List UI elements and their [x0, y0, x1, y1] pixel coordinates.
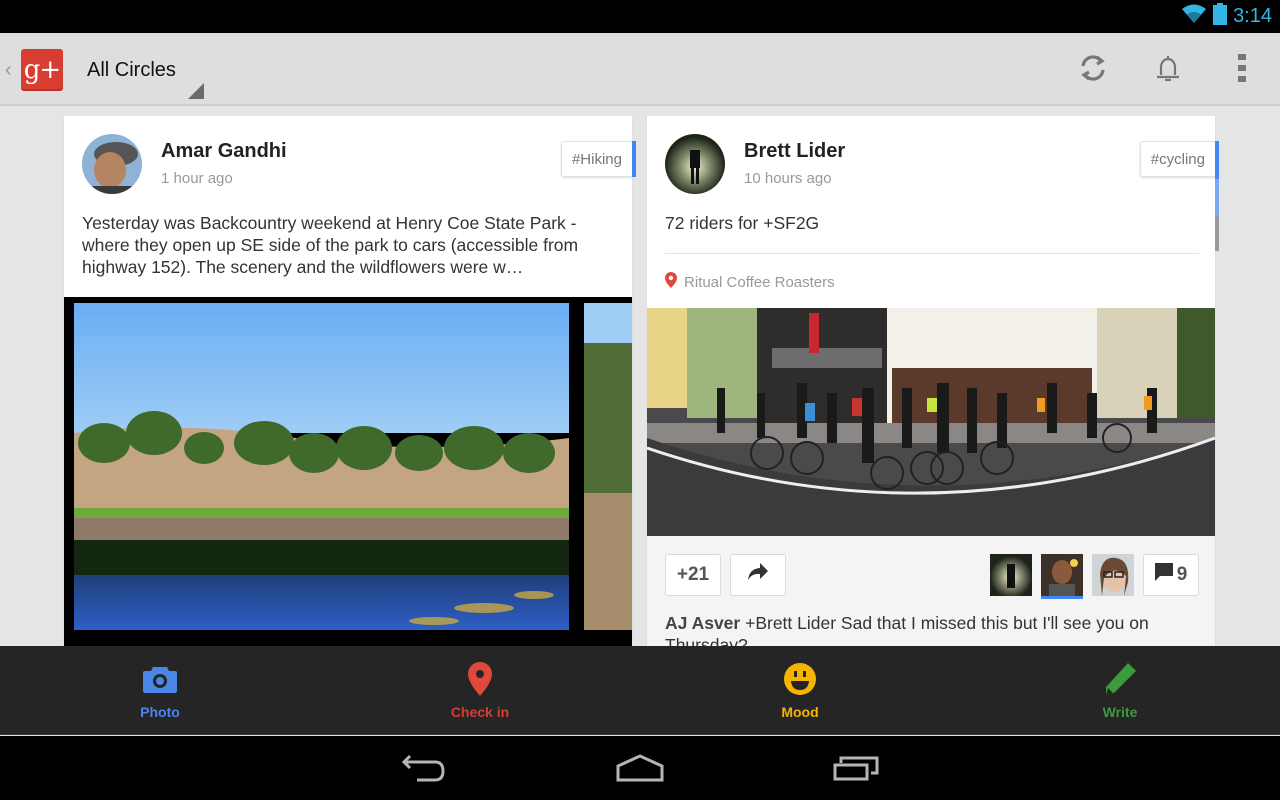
post-card[interactable]: Brett Lider 10 hours ago #cycling 72 rid…: [647, 116, 1215, 646]
back-button[interactable]: [396, 750, 452, 790]
author-avatar[interactable]: [665, 134, 725, 194]
write-button[interactable]: Write: [960, 646, 1280, 735]
location-name: Ritual Coffee Roasters: [684, 273, 835, 291]
home-icon: [616, 753, 664, 787]
check-in-button[interactable]: Check in: [320, 646, 640, 735]
hashtag-chip[interactable]: #Hiking: [560, 141, 632, 177]
wifi-icon: [1181, 4, 1207, 29]
overflow-menu-icon: [1237, 53, 1247, 88]
stream-feed[interactable]: Amar Gandhi 1 hour ago #Hiking Yesterday…: [0, 108, 1280, 646]
author-name[interactable]: Amar Gandhi: [161, 140, 287, 163]
system-nav-bar: [0, 736, 1280, 800]
post-text[interactable]: Yesterday was Backcountry weekend at Hen…: [82, 212, 622, 278]
mood-button[interactable]: Mood: [640, 646, 960, 735]
recent-apps-icon: [833, 755, 879, 786]
share-box-bar: Photo Check in Mood Write: [0, 646, 1280, 735]
comments-button[interactable]: 9: [1143, 554, 1199, 596]
plusoner-avatar[interactable]: [1041, 554, 1083, 599]
pencil-icon: [1104, 662, 1136, 696]
bell-icon: [1155, 53, 1181, 88]
comment-preview[interactable]: AJ Asver +Brett Lider Sad that I missed …: [665, 612, 1205, 646]
location-link[interactable]: Ritual Coffee Roasters: [665, 272, 835, 292]
back-icon: [401, 754, 447, 787]
comment-count: 9: [1176, 564, 1188, 585]
plus-one-button[interactable]: +21: [665, 554, 721, 596]
home-button[interactable]: [612, 750, 668, 790]
camera-icon: [143, 662, 177, 696]
comment-author[interactable]: AJ Asver: [665, 613, 740, 633]
share-icon: [747, 563, 769, 587]
write-label: Write: [1102, 704, 1138, 720]
up-caret-icon[interactable]: ‹: [5, 59, 12, 82]
author-avatar[interactable]: [82, 134, 142, 194]
divider: [665, 253, 1199, 254]
status-indicators: 3:14: [1181, 3, 1272, 30]
refresh-icon: [1078, 53, 1108, 88]
post-photo[interactable]: [647, 308, 1215, 536]
spinner-dropdown-icon[interactable]: [188, 83, 204, 99]
status-bar: 3:14: [0, 0, 1280, 33]
share-button[interactable]: [730, 554, 786, 596]
scroll-indicator-active: [1215, 141, 1219, 179]
hashtag-accent-bar: [632, 141, 636, 177]
comment-icon: [1154, 563, 1173, 587]
post-timestamp: 1 hour ago: [161, 170, 233, 187]
next-photo[interactable]: [584, 303, 632, 630]
photo-button[interactable]: Photo: [0, 646, 320, 735]
post-actions: +21 9 AJ Asver +Brett Lider Sad that I m…: [647, 536, 1215, 646]
hashtag-label: #cycling: [1150, 150, 1205, 168]
post-card[interactable]: Amar Gandhi 1 hour ago #Hiking Yesterday…: [64, 116, 632, 646]
scrollbar-thumb[interactable]: [1215, 215, 1219, 251]
gplus-logo-text: g+: [23, 55, 61, 85]
refresh-button[interactable]: [1076, 53, 1110, 87]
overflow-menu-button[interactable]: [1225, 53, 1259, 87]
scroll-indicator: [1215, 179, 1219, 215]
plus-one-count: +21: [676, 564, 710, 585]
photo-strip[interactable]: [64, 297, 632, 646]
battery-icon: [1213, 3, 1228, 30]
post-text[interactable]: 72 riders for +SF2G: [665, 212, 1205, 234]
smiley-icon: [784, 662, 816, 696]
check-in-label: Check in: [450, 704, 510, 720]
notifications-button[interactable]: [1151, 53, 1185, 87]
location-pin-icon: [665, 272, 677, 292]
app-logo[interactable]: g+: [21, 49, 63, 91]
mood-label: Mood: [781, 704, 819, 720]
plusoner-avatar[interactable]: [990, 554, 1032, 596]
hashtag-label: #Hiking: [571, 150, 622, 168]
location-pin-icon: [468, 662, 492, 696]
plusoner-avatar[interactable]: [1092, 554, 1134, 596]
post-photo[interactable]: [74, 303, 569, 630]
recent-apps-button[interactable]: [828, 750, 884, 790]
photo-label: Photo: [140, 704, 180, 720]
author-name[interactable]: Brett Lider: [744, 140, 845, 163]
clock: 3:14: [1233, 5, 1272, 27]
action-bar: ‹ g+ All Circles: [0, 33, 1280, 106]
hashtag-chip[interactable]: #cycling: [1139, 141, 1215, 177]
post-timestamp: 10 hours ago: [744, 170, 832, 187]
circles-spinner[interactable]: All Circles: [87, 59, 176, 82]
